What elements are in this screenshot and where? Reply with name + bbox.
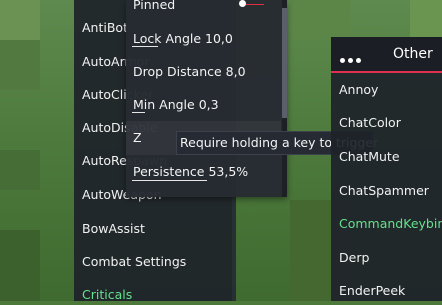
pinned-toggle-track[interactable] xyxy=(244,4,264,5)
module-item-combat-settings[interactable]: Combat Settings xyxy=(82,252,186,272)
lock-angle-slider-fill xyxy=(132,46,158,47)
more-options-icon[interactable] xyxy=(340,51,364,66)
grass-block xyxy=(0,150,40,190)
other-panel-header[interactable]: Other xyxy=(331,37,442,73)
module-settings-popup: Pinned Lock Angle 10,0 Drop Distance 8,0… xyxy=(126,0,287,197)
min-angle-slider[interactable]: Min Angle 0,3 xyxy=(133,95,219,115)
pinned-toggle-knob[interactable] xyxy=(239,0,246,7)
module-item-chatmute[interactable]: ChatMute xyxy=(339,147,400,167)
module-item-antibot[interactable]: AntiBot xyxy=(82,18,128,38)
persistence-slider-fill xyxy=(132,180,207,181)
drop-distance-slider[interactable]: Drop Distance 8,0 xyxy=(133,62,246,82)
module-item-enderpeek[interactable]: EnderPeek xyxy=(339,281,405,301)
grass-block xyxy=(0,0,40,40)
module-item-derp[interactable]: Derp xyxy=(339,248,369,268)
min-angle-slider-fill xyxy=(132,112,145,113)
grass-block xyxy=(290,0,350,40)
popup-scrollbar[interactable] xyxy=(282,0,287,197)
module-item-commandkeybinds[interactable]: CommandKeybinds xyxy=(339,214,442,234)
module-item-criticals[interactable]: Criticals xyxy=(82,285,132,305)
grass-block xyxy=(0,230,40,301)
module-item-chatcolor[interactable]: ChatColor xyxy=(339,113,401,133)
grass-block xyxy=(0,40,40,90)
module-item-annoy[interactable]: Annoy xyxy=(339,80,378,100)
other-panel-title: Other xyxy=(393,46,433,62)
module-item-chatspammer[interactable]: ChatSpammer xyxy=(339,181,429,201)
persistence-slider[interactable]: Persistence 53,5% xyxy=(133,162,248,182)
other-category-panel: Other Annoy ChatColor ChatMute ChatSpamm… xyxy=(331,37,442,301)
keybind-button[interactable]: Z xyxy=(133,128,142,148)
popup-scrollbar-thumb[interactable] xyxy=(282,8,287,118)
module-item-bowassist[interactable]: BowAssist xyxy=(82,219,145,239)
pinned-toggle-label: Pinned xyxy=(133,0,176,12)
grass-block xyxy=(410,0,442,40)
